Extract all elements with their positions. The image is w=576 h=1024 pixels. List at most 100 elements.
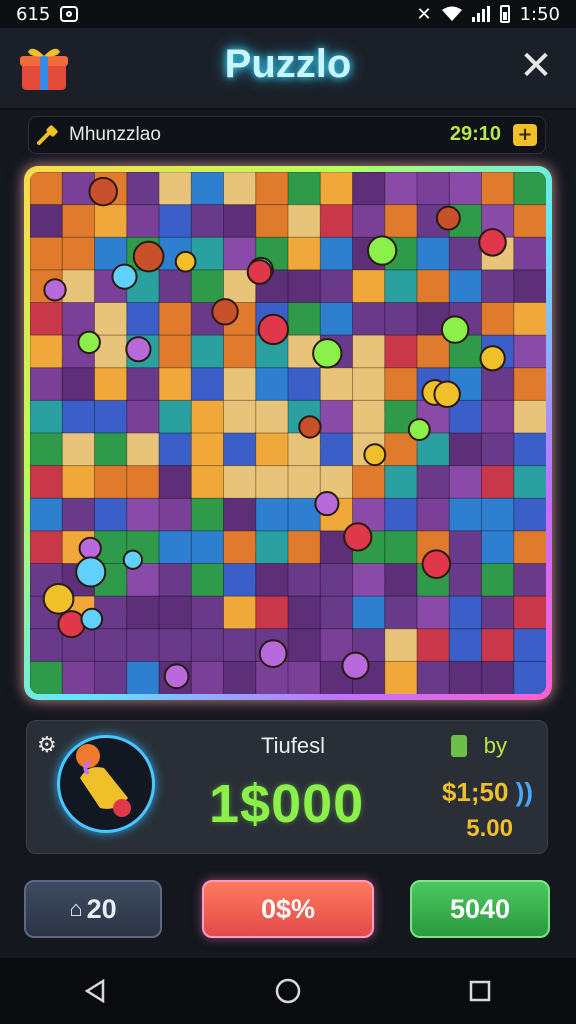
powerup-ring[interactable] — [57, 735, 155, 833]
character-piece[interactable] — [435, 205, 461, 231]
character-piece[interactable] — [407, 418, 431, 441]
puzzle-piece[interactable] — [384, 334, 418, 369]
puzzle-piece[interactable] — [30, 465, 64, 500]
puzzle-piece[interactable] — [448, 628, 483, 663]
puzzle-piece[interactable] — [30, 204, 64, 239]
puzzle-piece[interactable] — [481, 563, 515, 598]
character-piece[interactable] — [174, 250, 197, 273]
puzzle-piece[interactable] — [61, 497, 96, 532]
puzzle-piece[interactable] — [158, 497, 193, 532]
puzzle-piece[interactable] — [287, 465, 322, 500]
puzzle-piece[interactable] — [384, 595, 418, 630]
character-piece[interactable] — [363, 443, 387, 467]
character-piece[interactable] — [440, 315, 470, 344]
character-piece[interactable] — [314, 491, 340, 517]
puzzle-piece[interactable] — [190, 204, 225, 239]
character-piece[interactable] — [125, 336, 152, 363]
puzzle-piece[interactable] — [255, 399, 289, 434]
puzzle-piece[interactable] — [513, 595, 546, 630]
puzzle-piece[interactable] — [158, 334, 193, 369]
puzzle-piece[interactable] — [481, 399, 515, 434]
puzzle-piece[interactable] — [190, 269, 225, 304]
puzzle-piece[interactable] — [94, 432, 128, 467]
puzzle-piece[interactable] — [481, 465, 515, 500]
puzzle-piece[interactable] — [319, 204, 354, 239]
puzzle-piece[interactable] — [319, 432, 354, 467]
puzzle-piece[interactable] — [30, 172, 64, 206]
character-piece[interactable] — [341, 651, 370, 680]
puzzle-piece[interactable] — [416, 628, 451, 663]
character-piece[interactable] — [57, 610, 86, 639]
puzzle-piece[interactable] — [126, 204, 160, 239]
puzzle-piece[interactable] — [190, 660, 225, 694]
puzzle-piece[interactable] — [126, 660, 160, 694]
puzzle-piece[interactable] — [416, 334, 451, 369]
puzzle-piece[interactable] — [126, 172, 160, 206]
character-piece[interactable] — [258, 639, 288, 668]
character-piece[interactable] — [80, 607, 104, 631]
puzzle-piece[interactable] — [513, 399, 546, 434]
puzzle-piece[interactable] — [448, 595, 483, 630]
character-piece[interactable] — [478, 228, 507, 257]
puzzle-piece[interactable] — [94, 660, 128, 694]
home-button[interactable]: ⌂ 20 — [24, 880, 162, 938]
puzzle-piece[interactable] — [126, 367, 160, 402]
puzzle-piece[interactable] — [513, 432, 546, 467]
character-piece[interactable] — [257, 313, 290, 346]
puzzle-board[interactable] — [24, 166, 552, 700]
puzzle-piece[interactable] — [190, 236, 225, 271]
close-button[interactable]: ✕ — [518, 46, 554, 86]
puzzle-piece[interactable] — [287, 628, 322, 663]
character-piece[interactable] — [77, 330, 101, 355]
character-piece[interactable] — [211, 298, 239, 326]
character-piece[interactable] — [122, 549, 144, 570]
puzzle-piece[interactable] — [513, 302, 546, 337]
puzzle-piece[interactable] — [158, 563, 193, 598]
puzzle-piece[interactable] — [287, 660, 322, 694]
puzzle-piece[interactable] — [352, 334, 386, 369]
character-piece[interactable] — [163, 663, 190, 690]
character-piece[interactable] — [421, 549, 452, 579]
character-piece[interactable] — [298, 415, 322, 439]
character-piece[interactable] — [111, 263, 138, 290]
puzzle-piece[interactable] — [126, 399, 160, 434]
puzzle-piece[interactable] — [30, 497, 64, 532]
character-piece[interactable] — [433, 380, 461, 408]
character-piece[interactable] — [132, 240, 165, 273]
puzzle-piece[interactable] — [287, 302, 322, 337]
character-piece[interactable] — [78, 536, 102, 561]
puzzle-piece[interactable] — [352, 595, 386, 630]
puzzle-piece[interactable] — [223, 660, 257, 694]
puzzle-piece[interactable] — [126, 595, 160, 630]
back-button[interactable] — [76, 971, 116, 1011]
puzzle-piece[interactable] — [352, 302, 386, 337]
puzzle-piece[interactable] — [158, 432, 193, 467]
puzzle-piece[interactable] — [223, 334, 257, 369]
puzzle-piece[interactable] — [223, 595, 257, 630]
puzzle-piece[interactable] — [255, 595, 289, 630]
right-button[interactable]: 5040 — [410, 880, 550, 938]
puzzle-piece[interactable] — [158, 595, 193, 630]
puzzle-piece[interactable] — [513, 236, 546, 271]
middle-button[interactable]: 0$% — [202, 880, 374, 938]
add-time-button[interactable]: + — [513, 124, 537, 146]
character-piece[interactable] — [312, 338, 343, 369]
character-piece[interactable] — [343, 522, 373, 552]
character-piece[interactable] — [366, 235, 398, 266]
puzzle-piece[interactable] — [513, 334, 546, 369]
puzzle-piece[interactable] — [223, 204, 257, 239]
puzzle-piece[interactable] — [30, 628, 64, 663]
puzzle-piece[interactable] — [223, 628, 257, 663]
puzzle-piece[interactable] — [190, 530, 225, 565]
puzzle-piece[interactable] — [158, 530, 193, 565]
puzzle-piece[interactable] — [416, 236, 451, 271]
puzzle-piece[interactable] — [481, 628, 515, 663]
puzzle-piece[interactable] — [448, 465, 483, 500]
puzzle-piece[interactable] — [126, 497, 160, 532]
puzzle-piece[interactable] — [223, 367, 257, 402]
puzzle-piece[interactable] — [223, 432, 257, 467]
puzzle-piece[interactable] — [61, 660, 96, 694]
character-piece[interactable] — [42, 582, 75, 615]
character-piece[interactable] — [75, 556, 107, 588]
puzzle-piece[interactable] — [319, 367, 354, 402]
